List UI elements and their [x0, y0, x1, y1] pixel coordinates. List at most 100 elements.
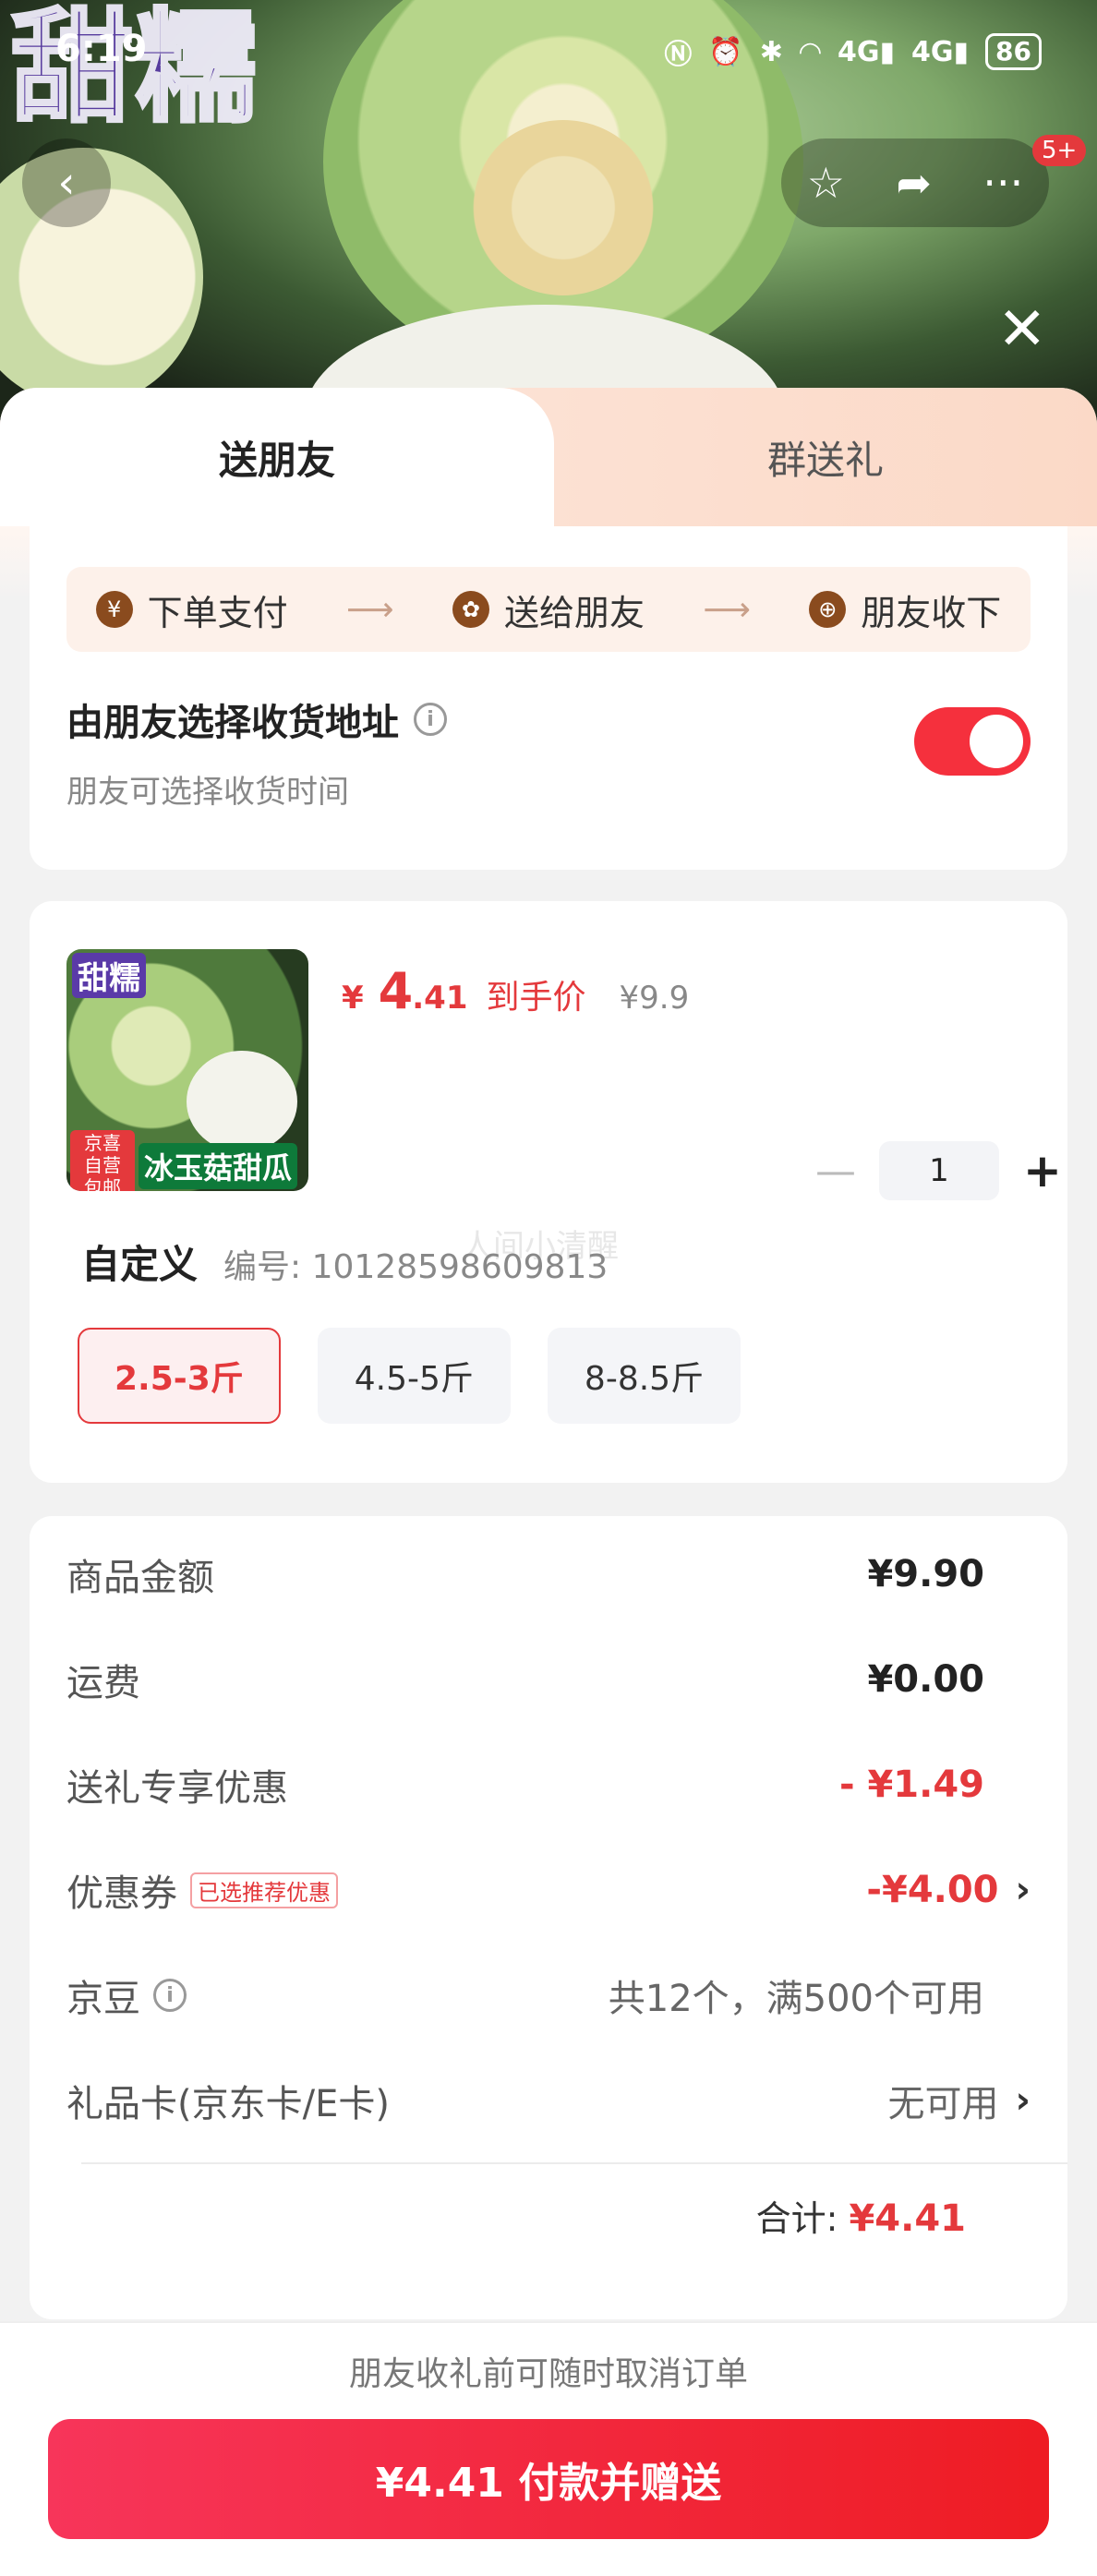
battery-icon: 86: [985, 33, 1042, 70]
chevron-left-icon: ‹: [57, 157, 76, 209]
summary-row-jingdou: 京豆 i 共12个，满500个可用: [66, 1963, 1031, 2028]
summary-row-giftcard[interactable]: 礼品卡(京东卡/E卡) 无可用 ›: [66, 2068, 1031, 2133]
quantity-stepper: — 1 +: [813, 1141, 1066, 1200]
minus-icon[interactable]: —: [813, 1148, 859, 1195]
summary-row-shipping: 运费 ¥0.00: [66, 1647, 1031, 1712]
star-icon[interactable]: ☆: [807, 158, 845, 208]
step-label: 送给朋友: [503, 592, 645, 633]
spec-code: 编号: 10128598609813: [223, 1248, 609, 1286]
row-value: ¥0.00: [867, 1658, 984, 1701]
row-label-group: 京豆 i: [66, 1968, 187, 2022]
bottom-bar: 朋友收礼前可随时取消订单 ¥4.41 付款并赠送: [0, 2321, 1097, 2576]
thumb-tag: 京喜自营 包邮: [70, 1130, 135, 1191]
chevron-right-icon: ›: [1015, 2079, 1031, 2122]
row-value: 共12个，满500个可用: [608, 1978, 984, 2020]
row-value: ¥9.90: [867, 1553, 984, 1595]
spec-option[interactable]: 8-8.5斤: [547, 1328, 741, 1424]
price-label: 到手价: [486, 979, 586, 1017]
row-label-group: 优惠券 已选推荐优惠: [66, 1863, 338, 1917]
arrow-right-icon: ⟶: [346, 590, 394, 629]
address-option-label: 由朋友选择收货地址: [66, 702, 399, 744]
melon-seeds: [471, 120, 656, 295]
coupon-badge: 已选推荐优惠: [190, 1872, 338, 1908]
step-receive: ⊕ 朋友收下: [809, 584, 1001, 635]
product-card: 甜糯 京喜自营 包邮 冰玉菇甜瓜 ¥ 4 .41 到手价 ¥9.9 — 1 + …: [30, 901, 1067, 1483]
row-label: 商品金额: [66, 1557, 214, 1599]
step-label: 下单支付: [147, 592, 288, 633]
total-value: ¥4.41: [849, 2197, 966, 2240]
row-label: 京豆: [66, 1978, 140, 2020]
wechat-icon: ✿: [452, 591, 489, 628]
row-label: 优惠券: [66, 1872, 177, 1915]
cancel-note: 朋友收礼前可随时取消订单: [348, 2355, 748, 2393]
4g-signal-icon: 4G▮: [911, 35, 970, 68]
chevron-right-icon: ›: [1015, 1869, 1031, 1911]
gift-steps: ¥ 下单支付 ⟶ ✿ 送给朋友 ⟶ ⊕ 朋友收下: [66, 567, 1031, 652]
address-toggle[interactable]: [914, 707, 1031, 776]
row-value: 无可用: [887, 2083, 999, 2125]
alarm-icon: ⏰: [708, 35, 743, 68]
yuan-icon: ¥: [95, 591, 133, 628]
row-label: 礼品卡(京东卡/E卡): [66, 2083, 390, 2125]
row-value: - ¥1.49: [838, 1763, 984, 1806]
original-price: ¥9.9: [619, 980, 690, 1017]
summary-row-gift-discount: 送礼专享优惠 - ¥1.49: [66, 1752, 1031, 1817]
spec-options: 2.5-3斤 4.5-5斤 8-8.5斤: [78, 1328, 741, 1424]
network-label: 4G: [911, 35, 954, 68]
price-integer: 4: [378, 962, 414, 1020]
row-value-group: 无可用 ›: [888, 2074, 1031, 2127]
plus-icon[interactable]: +: [1019, 1144, 1066, 1198]
thumb-title: 甜糯: [72, 953, 146, 998]
price-symbol: ¥: [342, 980, 364, 1017]
product-thumbnail[interactable]: 甜糯 京喜自营 包邮 冰玉菇甜瓜: [66, 949, 308, 1191]
summary-row-coupon[interactable]: 优惠券 已选推荐优惠 -¥4.00 ›: [66, 1858, 1031, 1922]
share-icon[interactable]: ➦: [896, 158, 932, 208]
status-time: 6:19: [55, 28, 148, 70]
tab-send-friend[interactable]: 送朋友: [0, 388, 554, 526]
row-value: -¥4.00: [866, 1869, 999, 1911]
quantity-input[interactable]: 1: [879, 1141, 999, 1200]
toggle-knob: [970, 715, 1023, 768]
spec-option[interactable]: 2.5-3斤: [78, 1328, 281, 1424]
divider: [81, 2162, 1067, 2164]
notification-badge: 5+: [1032, 135, 1087, 166]
pay-and-gift-button[interactable]: ¥4.41 付款并赠送: [48, 2419, 1049, 2539]
status-icons: Ⓝ ⏰ ✱ ◠ 4G▮ 4G▮ 86: [664, 31, 1042, 72]
step-pay: ¥ 下单支付: [95, 584, 288, 635]
info-icon[interactable]: i: [153, 1979, 187, 2012]
spec-label: 自定义: [81, 1242, 199, 1287]
price-summary-card: 商品金额 ¥9.90 运费 ¥0.00 送礼专享优惠 - ¥1.49 优惠券 已…: [30, 1516, 1067, 2319]
row-label: 送礼专享优惠: [66, 1767, 288, 1810]
row-label: 运费: [66, 1662, 140, 1704]
4g-signal-icon: 4G▮: [838, 35, 896, 68]
gift-tabs: 送朋友 群送礼: [0, 388, 1097, 526]
gift-icon: ⊕: [809, 591, 847, 628]
wifi-icon: ◠: [799, 35, 821, 68]
spec-option[interactable]: 4.5-5斤: [317, 1328, 511, 1424]
address-option-title: 由朋友选择收货地址 i: [66, 692, 447, 746]
close-icon[interactable]: ✕: [997, 295, 1047, 364]
price-row: ¥ 4 .41 到手价 ¥9.9: [342, 962, 689, 1020]
step-label: 朋友收下: [861, 592, 1002, 633]
summary-row-goods: 商品金额 ¥9.90: [66, 1542, 1031, 1607]
spec-row: 自定义 编号: 10128598609813: [81, 1234, 608, 1290]
address-option-subtitle: 朋友可选择收货时间: [66, 774, 349, 811]
step-send: ✿ 送给朋友: [452, 584, 645, 635]
total-label: 合计:: [755, 2198, 838, 2239]
arrow-right-icon: ⟶: [703, 590, 751, 629]
info-icon[interactable]: i: [414, 703, 447, 736]
thumb-melon: [187, 1051, 297, 1152]
tab-group-gift[interactable]: 群送礼: [554, 388, 1097, 526]
nfc-icon: Ⓝ: [664, 39, 693, 71]
top-action-group: ☆ ➦ ···: [781, 138, 1049, 227]
status-bar: 6:19 Ⓝ ⏰ ✱ ◠ 4G▮ 4G▮ 86: [0, 28, 1097, 79]
bluetooth-icon: ✱: [759, 35, 783, 68]
more-icon[interactable]: ···: [982, 158, 1023, 208]
gift-order-sheet: 送朋友 群送礼 ¥ 下单支付 ⟶ ✿ 送给朋友 ⟶ ⊕ 朋友收下 由朋友选择收货…: [0, 388, 1097, 2576]
total-row: 合计: ¥4.41: [756, 2190, 966, 2241]
gift-flow-card: ¥ 下单支付 ⟶ ✿ 送给朋友 ⟶ ⊕ 朋友收下 由朋友选择收货地址 i 朋友可…: [30, 526, 1067, 870]
price-decimal: .41: [412, 980, 468, 1017]
row-value-group: -¥4.00 ›: [866, 1869, 1031, 1911]
network-label: 4G: [838, 35, 880, 68]
back-button[interactable]: ‹: [22, 138, 111, 227]
